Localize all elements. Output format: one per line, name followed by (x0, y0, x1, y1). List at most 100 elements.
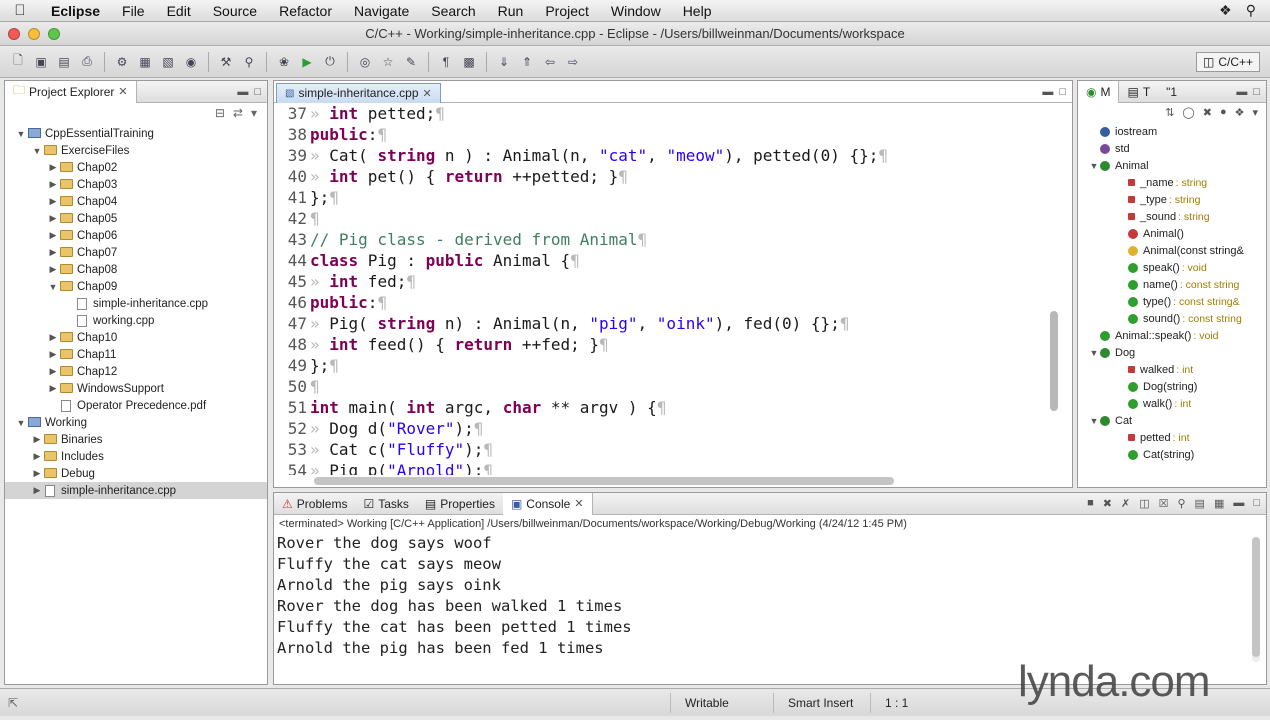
code-line[interactable]: 43// Pig class - derived from Animal¶ (274, 229, 1048, 250)
close-icon[interactable]: ✕ (118, 85, 127, 98)
collapsed-arrow-icon[interactable]: ▶ (47, 366, 59, 377)
minimize-icon[interactable]: ▬ (1236, 86, 1247, 98)
apple-menu-icon[interactable]:  (0, 2, 40, 19)
view-menu-icon[interactable]: ▾ (251, 106, 257, 125)
tree-item[interactable]: ▶ Chap07 (5, 244, 267, 261)
outline-item[interactable]: _name: string (1078, 174, 1266, 191)
outline-item[interactable]: std (1078, 140, 1266, 157)
hide-fields-icon[interactable]: ◯ (1182, 106, 1194, 123)
outline-item[interactable]: walked: int (1078, 361, 1266, 378)
zoom-window-button[interactable] (48, 27, 60, 40)
sort-icon[interactable]: ⇅ (1165, 106, 1174, 123)
outline-item[interactable]: Animal(const string& (1078, 242, 1266, 259)
expanded-arrow-icon[interactable]: ▼ (1088, 416, 1100, 426)
console-output[interactable]: Rover the dog says woof Fluffy the cat sa… (274, 533, 1266, 659)
maximize-icon[interactable]: □ (1253, 497, 1260, 510)
perspective-switcher[interactable]: ◫ C/C++ (1195, 51, 1260, 72)
view-menu-icon[interactable]: ▾ (1252, 106, 1258, 123)
code-line[interactable]: 46 public:¶ (274, 292, 1048, 313)
next-annotation-icon[interactable]: ⇓ (494, 52, 514, 72)
tab-outline[interactable]: ◉ M (1078, 80, 1120, 103)
menu-run[interactable]: Run (487, 3, 535, 19)
outline-item[interactable]: walk(): int (1078, 395, 1266, 412)
tree-item[interactable]: ▶ Chap04 (5, 193, 267, 210)
tree-item[interactable]: ▶ Chap11 (5, 346, 267, 363)
collapsed-arrow-icon[interactable]: ▶ (47, 383, 59, 394)
code-line[interactable]: 50 ¶ (274, 376, 1048, 397)
collapsed-arrow-icon[interactable]: ▶ (47, 247, 59, 258)
tree-item[interactable]: ▶ Chap02 (5, 159, 267, 176)
pin-console-icon[interactable]: ⚲ (1177, 497, 1185, 510)
outline-item[interactable]: type(): const string& (1078, 293, 1266, 310)
new-class-icon[interactable]: ◉ (181, 52, 201, 72)
editor-horizontal-scrollbar[interactable] (314, 477, 1054, 485)
tree-item[interactable]: ▶ Chap10 (5, 329, 267, 346)
toggle-mark-occurrences-icon[interactable]: ✎ (401, 52, 421, 72)
expanded-arrow-icon[interactable]: ▼ (15, 418, 27, 428)
code-line[interactable]: 47» Pig( string n) : Animal(n, "pig", "o… (274, 313, 1048, 334)
show-whitespace-icon[interactable]: ¶ (436, 52, 456, 72)
minimize-icon[interactable]: ▬ (237, 86, 248, 98)
console-vertical-scrollbar[interactable] (1252, 537, 1260, 662)
open-element-icon[interactable]: ☆ (378, 52, 398, 72)
previous-annotation-icon[interactable]: ⇑ (517, 52, 537, 72)
code-line[interactable]: 52» Dog d("Rover");¶ (274, 418, 1048, 439)
code-line[interactable]: 42 ¶ (274, 208, 1048, 229)
tree-item[interactable]: Operator Precedence.pdf (5, 397, 267, 414)
collapsed-arrow-icon[interactable]: ▶ (31, 485, 43, 496)
collapsed-arrow-icon[interactable]: ▶ (47, 349, 59, 360)
hide-static-icon[interactable]: ✖ (1203, 106, 1212, 123)
tab-console[interactable]: ▣ Console ✕ (502, 492, 593, 515)
collapsed-arrow-icon[interactable]: ▶ (47, 332, 59, 343)
outline-item[interactable]: _sound: string (1078, 208, 1266, 225)
tree-item[interactable]: ▼ Working (5, 414, 267, 431)
collapsed-arrow-icon[interactable]: ▶ (47, 213, 59, 224)
tab-properties[interactable]: ▤ Properties (417, 493, 503, 515)
new-icon[interactable]: 🗋 (8, 52, 28, 72)
spotlight-search-icon[interactable]: ⚲ (1246, 2, 1256, 19)
outline-item[interactable]: sound(): const string (1078, 310, 1266, 327)
expanded-arrow-icon[interactable]: ▼ (1088, 348, 1100, 358)
toggle-block-selection-icon[interactable]: ▩ (459, 52, 479, 72)
tab-overflow[interactable]: "1 (1158, 81, 1185, 103)
outline-item[interactable]: Cat(string) (1078, 446, 1266, 463)
new-cpp-project-icon[interactable]: ▦ (135, 52, 155, 72)
collapsed-arrow-icon[interactable]: ▶ (47, 179, 59, 190)
outline-item[interactable]: Animal::speak(): void (1078, 327, 1266, 344)
group-icon[interactable]: ❖ (1235, 106, 1245, 123)
collapsed-arrow-icon[interactable]: ▶ (47, 162, 59, 173)
link-with-editor-icon[interactable]: ⇄ (233, 106, 243, 125)
open-console-icon[interactable]: ▦ (1214, 497, 1224, 510)
tree-item[interactable]: ▶ Chap05 (5, 210, 267, 227)
debug-icon[interactable]: ❀ (274, 52, 294, 72)
outline-item[interactable]: ▼ Cat (1078, 412, 1266, 429)
code-editor[interactable]: 37» int petted;¶ 38 public:¶ 39» Cat( strin… (274, 103, 1048, 475)
menu-refactor[interactable]: Refactor (268, 3, 343, 19)
outline-item[interactable]: Dog(string) (1078, 378, 1266, 395)
build-icon[interactable]: ⚙ (112, 52, 132, 72)
code-line[interactable]: 51 int main( int argc, char ** argv ) {¶ (274, 397, 1048, 418)
remove-all-terminated-icon[interactable]: ✗ (1121, 497, 1130, 510)
tab-tasks[interactable]: ☑ Tasks (355, 493, 416, 515)
forward-icon[interactable]: ⇨ (563, 52, 583, 72)
tree-item[interactable]: ▶ Chap06 (5, 227, 267, 244)
tree-item[interactable]: ▶ simple-inheritance.cpp (5, 482, 267, 499)
collapsed-arrow-icon[interactable]: ▶ (47, 230, 59, 241)
search-icon[interactable]: ⚲ (239, 52, 259, 72)
display-selected-console-icon[interactable]: ▤ (1195, 497, 1205, 510)
code-line[interactable]: 44 class Pig : public Animal {¶ (274, 250, 1048, 271)
close-icon[interactable]: ✕ (423, 87, 432, 100)
terminate-icon[interactable]: ■ (1087, 497, 1094, 510)
tree-item[interactable]: ▼ ExerciseFiles (5, 142, 267, 159)
outline-item[interactable]: Animal() (1078, 225, 1266, 242)
collapsed-arrow-icon[interactable]: ▶ (31, 451, 43, 462)
code-line[interactable]: 49};¶ (274, 355, 1048, 376)
tab-type-hierarchy[interactable]: ▤ T (1119, 81, 1158, 103)
external-tools-icon[interactable]: ⏻ (320, 52, 340, 72)
save-all-icon[interactable]: ▤ (54, 52, 74, 72)
outline-item[interactable]: ▼ Dog (1078, 344, 1266, 361)
code-line[interactable]: 45» int fed;¶ (274, 271, 1048, 292)
tree-item[interactable]: ▶ Chap03 (5, 176, 267, 193)
tree-item[interactable]: ▶ WindowsSupport (5, 380, 267, 397)
clear-console-icon[interactable]: ☒ (1159, 497, 1169, 510)
